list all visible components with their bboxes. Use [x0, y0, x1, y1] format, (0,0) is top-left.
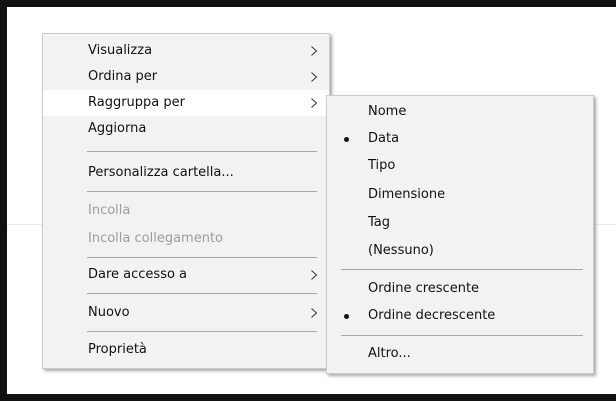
menu-item-dare-accesso-a[interactable]: Dare accesso a — [43, 262, 329, 288]
menu-item-nuovo[interactable]: Nuovo — [43, 300, 329, 326]
menu-item-label: Proprietà — [88, 342, 147, 357]
screen-frame: Visualizza Ordina per Raggruppa per Aggi… — [0, 0, 616, 401]
submenu-item-label: Tag — [368, 215, 391, 230]
menu-item-label: Visualizza — [88, 43, 153, 58]
chevron-right-icon — [311, 46, 318, 56]
bullet-icon — [344, 137, 349, 142]
menu-item-label: Incolla collegamento — [88, 231, 223, 246]
menu-separator — [87, 293, 317, 294]
submenu-item-label: Ordine crescente — [368, 281, 480, 296]
submenu-separator — [341, 269, 583, 270]
menu-separator — [87, 331, 317, 332]
menu-item-visualizza[interactable]: Visualizza — [43, 38, 329, 64]
submenu-item-label: Nome — [368, 104, 407, 119]
group-by-submenu: Nome Data Tipo Dimensione Tag (Nessuno) … — [326, 95, 594, 374]
menu-item-incolla-collegamento: Incolla collegamento — [43, 226, 329, 252]
menu-item-label: Nuovo — [88, 305, 130, 320]
submenu-item-tag[interactable]: Tag — [327, 210, 593, 236]
menu-item-personalizza-cartella[interactable]: Personalizza cartella... — [43, 160, 329, 186]
chevron-right-icon — [311, 270, 318, 280]
menu-item-label: Incolla — [88, 203, 131, 218]
submenu-item-label: Dimensione — [368, 187, 446, 202]
menu-separator — [87, 257, 317, 258]
menu-item-label: Personalizza cartella... — [88, 165, 234, 180]
menu-item-incolla: Incolla — [43, 198, 329, 224]
menu-item-label: Ordina per — [88, 69, 158, 84]
chevron-right-icon — [311, 98, 318, 108]
context-menu: Visualizza Ordina per Raggruppa per Aggi… — [42, 33, 330, 369]
submenu-item-data[interactable]: Data — [327, 126, 593, 152]
bullet-icon — [344, 314, 349, 319]
menu-item-aggiorna[interactable]: Aggiorna — [43, 116, 329, 142]
submenu-item-dimensione[interactable]: Dimensione — [327, 182, 593, 208]
menu-item-label: Dare accesso a — [88, 267, 188, 282]
chevron-right-icon — [311, 72, 318, 82]
submenu-item-label: Ordine decrescente — [368, 308, 496, 323]
submenu-item-ordine-crescente[interactable]: Ordine crescente — [327, 276, 593, 302]
submenu-item-label: Altro... — [368, 346, 411, 361]
menu-separator — [87, 191, 317, 192]
menu-item-label: Raggruppa per — [88, 95, 185, 110]
menu-separator — [87, 151, 317, 152]
submenu-item-label: Tipo — [368, 158, 396, 173]
chevron-right-icon — [311, 308, 318, 318]
submenu-item-altro[interactable]: Altro... — [327, 341, 593, 367]
menu-item-ordina-per[interactable]: Ordina per — [43, 64, 329, 90]
menu-item-raggruppa-per[interactable]: Raggruppa per — [43, 90, 329, 116]
menu-item-label: Aggiorna — [88, 121, 147, 136]
submenu-item-nome[interactable]: Nome — [327, 99, 593, 125]
submenu-item-tipo[interactable]: Tipo — [327, 153, 593, 179]
submenu-item-label: Data — [368, 131, 400, 146]
submenu-item-label: (Nessuno) — [368, 243, 434, 258]
submenu-separator — [341, 335, 583, 336]
menu-item-proprieta[interactable]: Proprietà — [43, 337, 329, 363]
submenu-item-ordine-decrescente[interactable]: Ordine decrescente — [327, 303, 593, 329]
submenu-item-nessuno[interactable]: (Nessuno) — [327, 238, 593, 264]
